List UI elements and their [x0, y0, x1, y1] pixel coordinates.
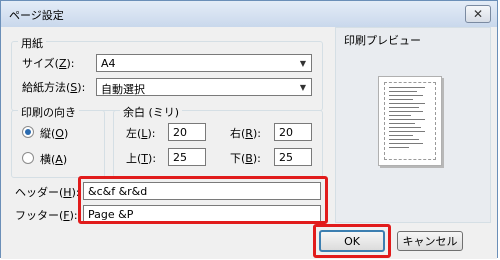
bottom-margin-input[interactable]: 25	[274, 148, 312, 166]
margins-group-label: 余白 (ミリ)	[120, 104, 183, 120]
title-bar: ページ設定 ✕	[1, 1, 497, 28]
portrait-label: 縦(O)	[40, 127, 69, 140]
portrait-radio[interactable]	[22, 126, 34, 138]
landscape-label: 横(A)	[40, 153, 68, 166]
paper-group: 用紙 サイズ(Z): A4 ▼ 給紙方法(S): 自動選択 ▼	[11, 35, 323, 111]
cancel-button[interactable]: キャンセル	[397, 231, 463, 251]
size-label: サイズ(Z):	[22, 57, 75, 70]
chevron-down-icon: ▼	[299, 82, 307, 92]
cancel-button-label: キャンセル	[402, 235, 458, 248]
page-setup-dialog: ページ設定 ✕ 用紙 サイズ(Z): A4 ▼ 給紙方法(S): 自動選択 ▼ …	[0, 0, 498, 259]
print-preview-panel: 印刷プレビュー	[335, 27, 491, 223]
top-margin-label: 上(T):	[126, 152, 157, 165]
preview-page	[378, 76, 442, 166]
right-margin-label: 右(R):	[230, 127, 261, 140]
preview-margin-box	[384, 82, 436, 160]
dialog-body: 用紙 サイズ(Z): A4 ▼ 給紙方法(S): 自動選択 ▼ 印刷の向き 縦(…	[1, 27, 497, 259]
footer-label: フッター(F):	[15, 209, 78, 222]
margins-group: 余白 (ミリ) 左(L): 20 右(R): 20 上(T): 25 下(B):…	[113, 104, 323, 178]
paper-group-label: 用紙	[18, 35, 46, 51]
fields-highlight	[78, 176, 328, 224]
source-value: 自動選択	[101, 83, 145, 96]
size-value: A4	[101, 57, 116, 70]
close-icon: ✕	[472, 7, 484, 21]
landscape-radio[interactable]	[22, 152, 34, 164]
chevron-down-icon: ▼	[299, 58, 307, 68]
right-margin-input[interactable]: 20	[274, 123, 312, 141]
orientation-group: 印刷の向き 縦(O) 横(A)	[11, 104, 105, 178]
source-select[interactable]: 自動選択 ▼	[96, 78, 312, 96]
preview-label: 印刷プレビュー	[344, 34, 421, 47]
source-label: 給紙方法(S):	[22, 81, 86, 94]
bottom-margin-label: 下(B):	[230, 152, 261, 165]
header-label: ヘッダー(H):	[15, 186, 80, 199]
left-margin-label: 左(L):	[126, 127, 156, 140]
size-select[interactable]: A4 ▼	[96, 54, 312, 72]
left-margin-input[interactable]: 20	[168, 123, 206, 141]
dialog-title: ページ設定	[9, 9, 64, 22]
close-button[interactable]: ✕	[465, 5, 491, 23]
ok-highlight	[313, 224, 391, 258]
orientation-group-label: 印刷の向き	[18, 104, 79, 120]
top-margin-input[interactable]: 25	[168, 148, 206, 166]
